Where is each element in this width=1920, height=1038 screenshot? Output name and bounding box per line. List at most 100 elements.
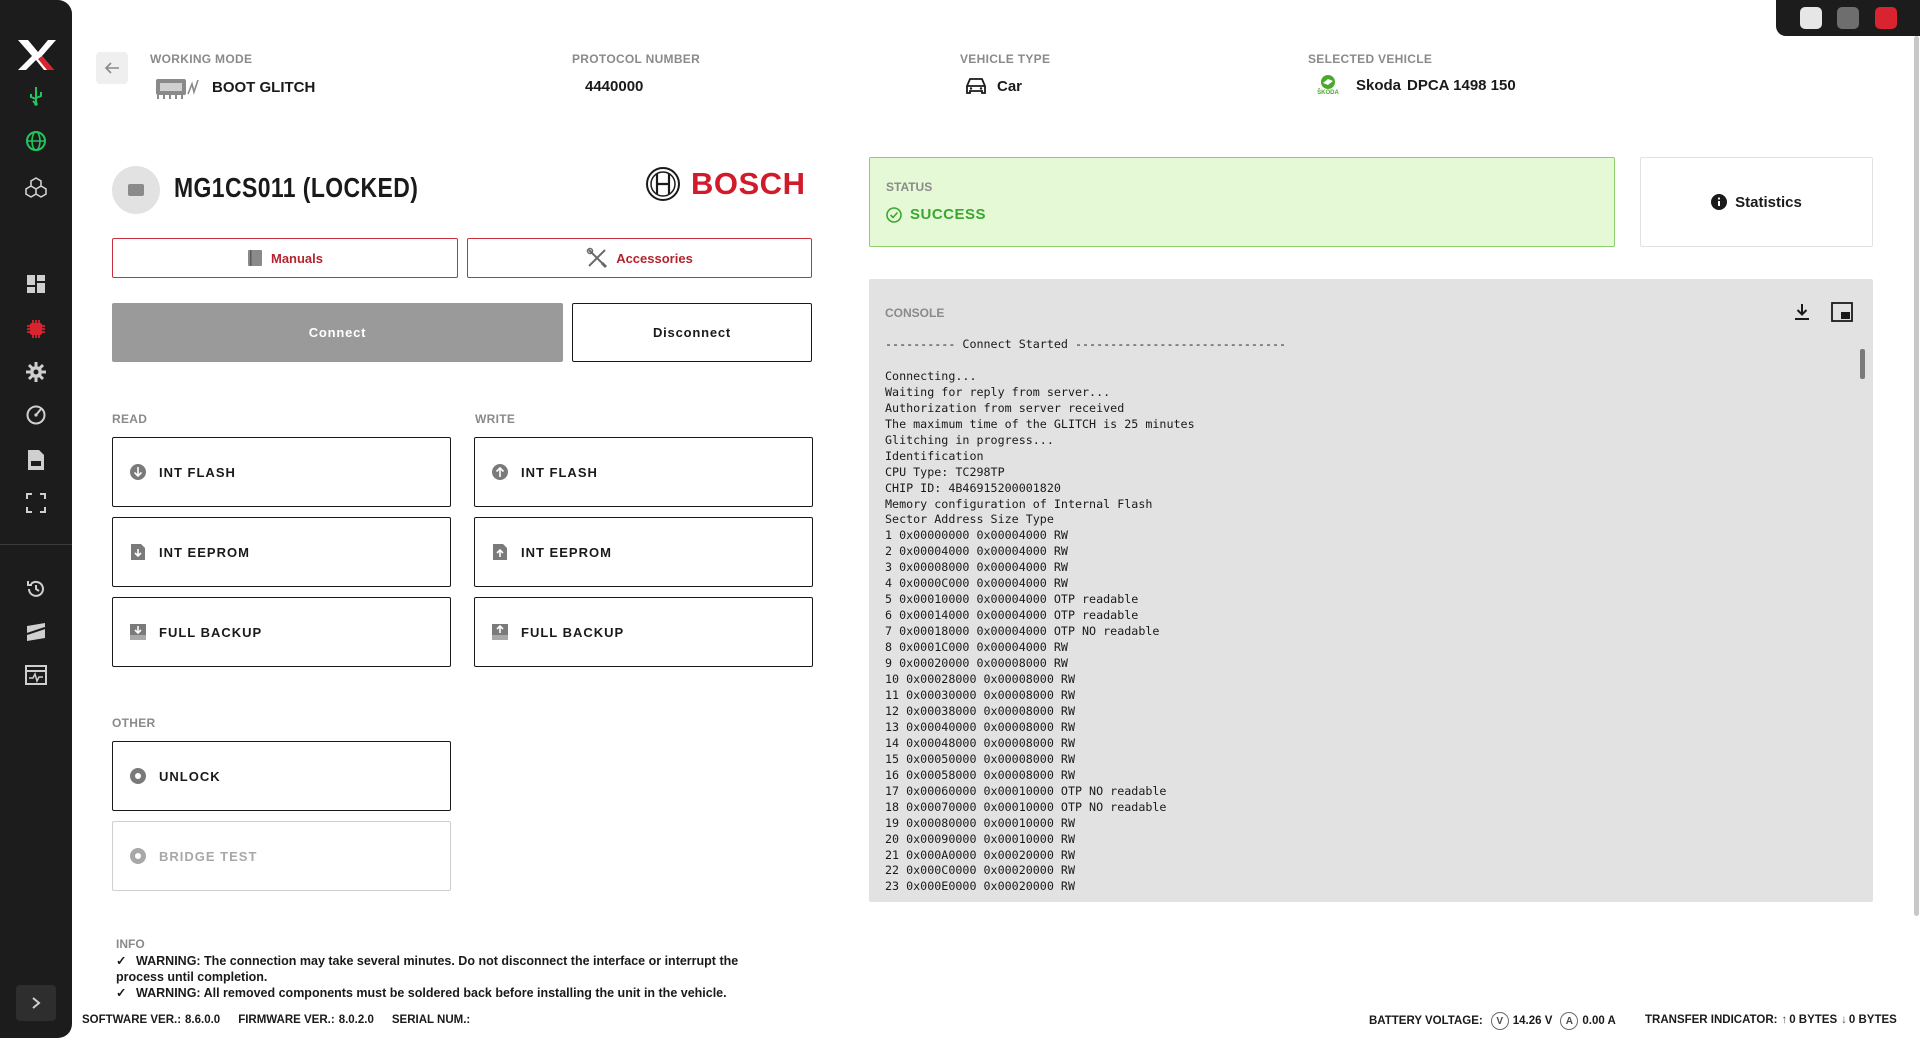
info-warning-2-text: WARNING: All removed components must be … (136, 986, 727, 1000)
console-line: Authorization from server received (885, 400, 1125, 415)
manuals-button[interactable]: Manuals (112, 238, 458, 278)
download-backup-icon (129, 623, 147, 641)
firmware-version-label: FIRMWARE VER.: (238, 1014, 335, 1026)
picture-in-picture-icon (1831, 302, 1853, 322)
firmware-version-value: 8.0.2.0 (338, 1014, 374, 1026)
chip-icon[interactable] (24, 317, 48, 341)
vehicle-type: Car (965, 76, 1022, 96)
sidebar-expand-button[interactable] (16, 985, 56, 1021)
write-int-flash-button[interactable]: INT FLASH (474, 437, 813, 507)
cubes-icon[interactable] (24, 175, 48, 199)
sidebar-divider (0, 544, 72, 545)
skoda-logo-icon (1321, 75, 1335, 89)
download-file-icon (129, 543, 147, 561)
console-line: CPU Type: TC298TP (885, 464, 1005, 479)
check-circle-icon (886, 206, 902, 223)
car-icon (966, 78, 986, 94)
status-label: STATUS (886, 180, 933, 194)
gear-icon[interactable] (24, 360, 48, 384)
connect-button[interactable]: Connect (112, 303, 563, 362)
console-line: 21 0x000A0000 0x00020000 RW (885, 847, 1075, 862)
usb-icon[interactable] (24, 84, 48, 108)
write-full-backup-button[interactable]: FULL BACKUP (474, 597, 813, 667)
globe-icon[interactable] (24, 129, 48, 153)
window-minimize-button[interactable] (1837, 7, 1859, 29)
flag-icon[interactable] (24, 620, 48, 644)
accessories-button[interactable]: Accessories (467, 238, 812, 278)
bridge-test-button[interactable]: BRIDGE TEST (112, 821, 451, 891)
working-mode-value: BOOT GLITCH (212, 78, 316, 96)
monitor-icon[interactable] (24, 663, 48, 687)
console-line: Identification (885, 448, 984, 463)
working-mode-label: WORKING MODE (150, 52, 253, 66)
read-int-eeprom-label: INT EEPROM (159, 544, 250, 560)
info-warning-2: ✓ WARNING: All removed components must be… (116, 985, 727, 1001)
manufacturer-name: BOSCH (691, 166, 806, 201)
download-log-button[interactable] (1791, 301, 1813, 323)
sidebar (0, 0, 72, 1038)
back-button[interactable] (96, 52, 128, 84)
transfer-indicator-label: TRANSFER INDICATOR: (1645, 1014, 1778, 1026)
bridge-test-label: BRIDGE TEST (159, 848, 258, 864)
statistics-button[interactable]: Statistics (1640, 157, 1873, 247)
download-circle-icon (129, 463, 147, 481)
console-line: 11 0x00030000 0x00008000 RW (885, 687, 1075, 702)
status-panel: STATUS SUCCESS (869, 157, 1615, 247)
book-icon (247, 250, 262, 266)
console-line: Sector Address Size Type (885, 512, 1054, 527)
write-int-eeprom-label: INT EEPROM (521, 544, 612, 560)
write-section-label: WRITE (475, 412, 516, 426)
download-icon (1795, 304, 1809, 320)
console-line: Memory configuration of Internal Flash (885, 496, 1153, 511)
log-file-icon[interactable] (24, 448, 48, 472)
console-line: 12 0x00038000 0x00008000 RW (885, 703, 1075, 718)
skoda-logo: ŠKODA (1310, 74, 1346, 96)
serial-number-label: SERIAL NUM.: (391, 1014, 471, 1026)
disconnect-button[interactable]: Disconnect (572, 303, 812, 362)
window-close-button[interactable] (1874, 7, 1897, 29)
ecu-avatar (112, 166, 160, 214)
console-line: CHIP ID: 4B46915200001820 (885, 480, 1061, 495)
info-warning-1: ✓ WARNING: The connection may take severa… (116, 953, 738, 969)
history-icon[interactable] (24, 577, 48, 601)
gauge-icon[interactable] (24, 403, 48, 427)
info-label: INFO (116, 937, 145, 951)
read-int-eeprom-button[interactable]: INT EEPROM (112, 517, 451, 587)
download-bytes: 0 BYTES (1848, 1014, 1897, 1026)
voltage-icon: V (1490, 1012, 1509, 1030)
boot-glitch-icon (156, 79, 199, 99)
read-int-flash-label: INT FLASH (159, 464, 236, 480)
selected-vehicle-brand: Skoda (1356, 76, 1402, 94)
fullscreen-icon[interactable] (24, 491, 48, 515)
window-restore-button[interactable] (1799, 7, 1822, 29)
window-controls (1776, 0, 1920, 36)
dashboard-icon[interactable] (24, 272, 48, 296)
app-root: WORKING MODE BOOT GLITCH PROTOCOL NUMBER… (0, 0, 1920, 1038)
detach-console-button[interactable] (1831, 301, 1853, 323)
console-panel: CONSOLE ---------- Connect Started -----… (869, 279, 1873, 902)
current-value: 0.00 A (1582, 1015, 1616, 1027)
page-scrollbar[interactable] (1914, 36, 1919, 916)
current-icon: A (1560, 1012, 1579, 1030)
console-output: ---------- Connect Started -------------… (885, 337, 1845, 895)
write-int-eeprom-button[interactable]: INT EEPROM (474, 517, 813, 587)
write-full-backup-label: FULL BACKUP (521, 624, 625, 640)
info-icon (1711, 194, 1728, 210)
unlock-button[interactable]: UNLOCK (112, 741, 451, 811)
vehicle-type-value: Car (997, 77, 1023, 95)
upload-arrow-icon: ↑ (1781, 1014, 1788, 1026)
selected-vehicle-value: Skoda DPCA 1498 150 (1356, 77, 1516, 94)
console-line: 1 0x00000000 0x00004000 RW (885, 528, 1068, 543)
read-full-backup-button[interactable]: FULL BACKUP (112, 597, 451, 667)
console-line: 22 0x000C0000 0x00020000 RW (885, 863, 1075, 878)
check-icon: ✓ (116, 954, 127, 968)
console-line: 20 0x00090000 0x00010000 RW (885, 831, 1075, 846)
console-scrollbar[interactable] (1860, 349, 1865, 379)
read-int-flash-button[interactable]: INT FLASH (112, 437, 451, 507)
bridge-test-icon (129, 847, 147, 865)
status-value: SUCCESS (886, 206, 986, 223)
manuals-label: Manuals (270, 250, 323, 266)
bosch-armature-icon (646, 167, 680, 201)
console-line: 13 0x00040000 0x00008000 RW (885, 719, 1075, 734)
